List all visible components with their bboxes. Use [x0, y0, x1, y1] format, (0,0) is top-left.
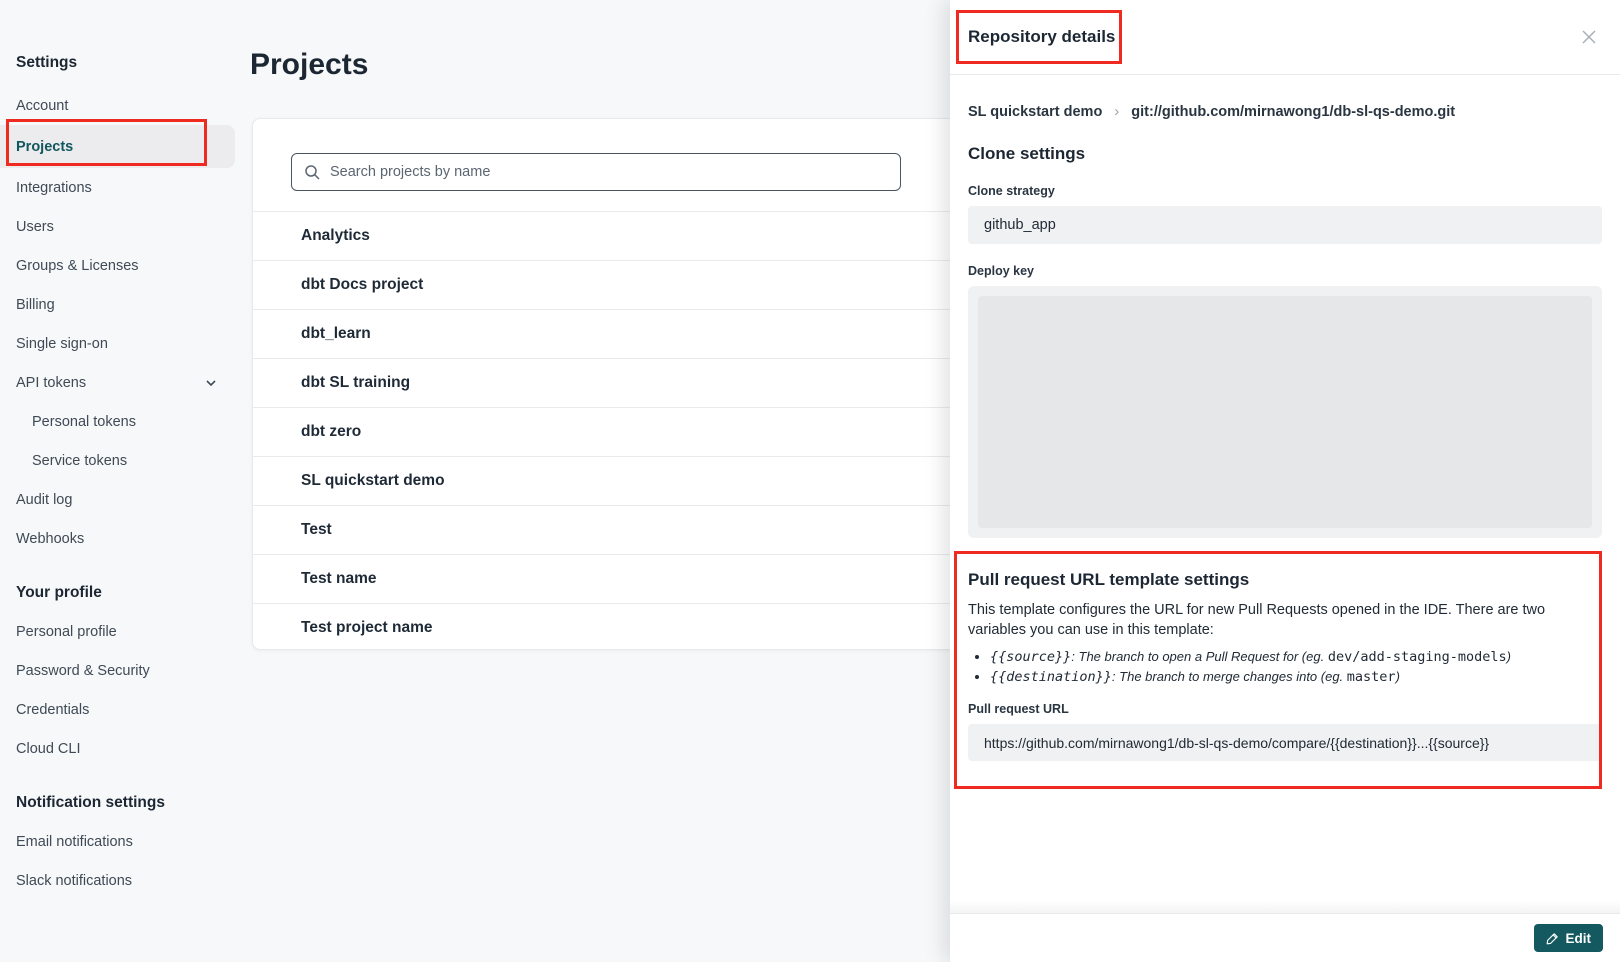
sidebar-heading-your-profile: Your profile	[0, 584, 240, 602]
sidebar-item-service-tokens[interactable]: Service tokens	[0, 441, 240, 480]
pencil-icon	[1546, 932, 1559, 945]
pr-variable-destination: {{destination}}: The branch to merge cha…	[990, 668, 1602, 686]
source-variable-code: {{source}}	[990, 649, 1071, 665]
edit-button-label: Edit	[1566, 931, 1592, 946]
drawer-body: SL quickstart demo git://github.com/mirn…	[950, 103, 1620, 761]
sidebar-item-users[interactable]: Users	[0, 207, 240, 246]
sidebar-heading-settings: Settings	[0, 54, 240, 72]
sidebar-item-api-tokens[interactable]: API tokens	[0, 363, 240, 402]
sidebar-item-groups-licenses[interactable]: Groups & Licenses	[0, 246, 240, 285]
clone-strategy-text: github_app	[984, 217, 1056, 233]
breadcrumb-repo-url: git://github.com/mirnawong1/db-sl-qs-dem…	[1131, 104, 1455, 120]
sidebar-item-credentials[interactable]: Credentials	[0, 690, 240, 729]
sidebar-heading-notification-settings: Notification settings	[0, 794, 240, 812]
clone-strategy-value: github_app	[968, 206, 1602, 244]
source-variable-text: : The branch to open a Pull Request for …	[1071, 649, 1328, 664]
sidebar-item-password-security[interactable]: Password & Security	[0, 651, 240, 690]
pr-template-heading: Pull request URL template settings	[968, 570, 1602, 590]
search-input[interactable]	[330, 164, 888, 180]
sidebar-item-slack-notifications[interactable]: Slack notifications	[0, 861, 240, 900]
pull-request-url-label: Pull request URL	[968, 702, 1602, 716]
edit-button[interactable]: Edit	[1534, 924, 1604, 952]
deploy-key-box	[968, 286, 1602, 538]
sidebar-item-projects[interactable]: Projects	[0, 125, 235, 168]
sidebar-item-email-notifications[interactable]: Email notifications	[0, 822, 240, 861]
chevron-down-icon	[204, 376, 218, 390]
destination-variable-code: {{destination}}	[990, 669, 1112, 685]
sidebar-item-cloud-cli[interactable]: Cloud CLI	[0, 729, 240, 768]
clone-settings-heading: Clone settings	[968, 144, 1602, 164]
project-search[interactable]	[291, 153, 901, 191]
pr-template-variables-list: {{source}}: The branch to open a Pull Re…	[990, 648, 1602, 686]
settings-sidebar: Settings Account Projects Integrations U…	[0, 0, 240, 962]
sidebar-item-audit-log[interactable]: Audit log	[0, 480, 240, 519]
source-variable-example: dev/add-staging-models	[1328, 649, 1507, 665]
deploy-key-label: Deploy key	[968, 264, 1602, 278]
sidebar-item-account[interactable]: Account	[0, 86, 240, 125]
search-icon	[304, 164, 321, 181]
breadcrumb: SL quickstart demo git://github.com/mirn…	[968, 103, 1602, 120]
destination-variable-text: : The branch to merge changes into (eg.	[1112, 669, 1347, 684]
sidebar-item-label: API tokens	[16, 375, 86, 391]
sidebar-item-integrations[interactable]: Integrations	[0, 168, 240, 207]
close-icon[interactable]	[1580, 28, 1598, 46]
drawer-title: Repository details	[968, 27, 1115, 47]
page-title: Projects	[250, 48, 368, 82]
sidebar-item-personal-tokens[interactable]: Personal tokens	[0, 402, 240, 441]
destination-variable-suffix: )	[1396, 669, 1400, 684]
deploy-key-redacted-content	[978, 296, 1592, 528]
pull-request-template-section: Pull request URL template settings This …	[968, 570, 1602, 761]
destination-variable-example: master	[1347, 669, 1396, 685]
sidebar-item-billing[interactable]: Billing	[0, 285, 240, 324]
breadcrumb-chevron-icon	[1114, 103, 1119, 120]
source-variable-suffix: )	[1507, 649, 1511, 664]
sidebar-item-single-sign-on[interactable]: Single sign-on	[0, 324, 240, 363]
pr-variable-source: {{source}}: The branch to open a Pull Re…	[990, 648, 1602, 666]
sidebar-item-webhooks[interactable]: Webhooks	[0, 519, 240, 558]
repository-details-drawer: Repository details SL quickstart demo gi…	[950, 0, 1620, 962]
clone-strategy-label: Clone strategy	[968, 184, 1602, 198]
pull-request-url-value: https://github.com/mirnawong1/db-sl-qs-d…	[968, 724, 1602, 761]
sidebar-item-personal-profile[interactable]: Personal profile	[0, 612, 240, 651]
pull-request-url-text: https://github.com/mirnawong1/db-sl-qs-d…	[984, 735, 1489, 751]
pr-template-description: This template configures the URL for new…	[968, 600, 1550, 640]
breadcrumb-project[interactable]: SL quickstart demo	[968, 104, 1102, 120]
drawer-footer: Edit	[950, 913, 1620, 962]
drawer-header: Repository details	[950, 0, 1620, 75]
